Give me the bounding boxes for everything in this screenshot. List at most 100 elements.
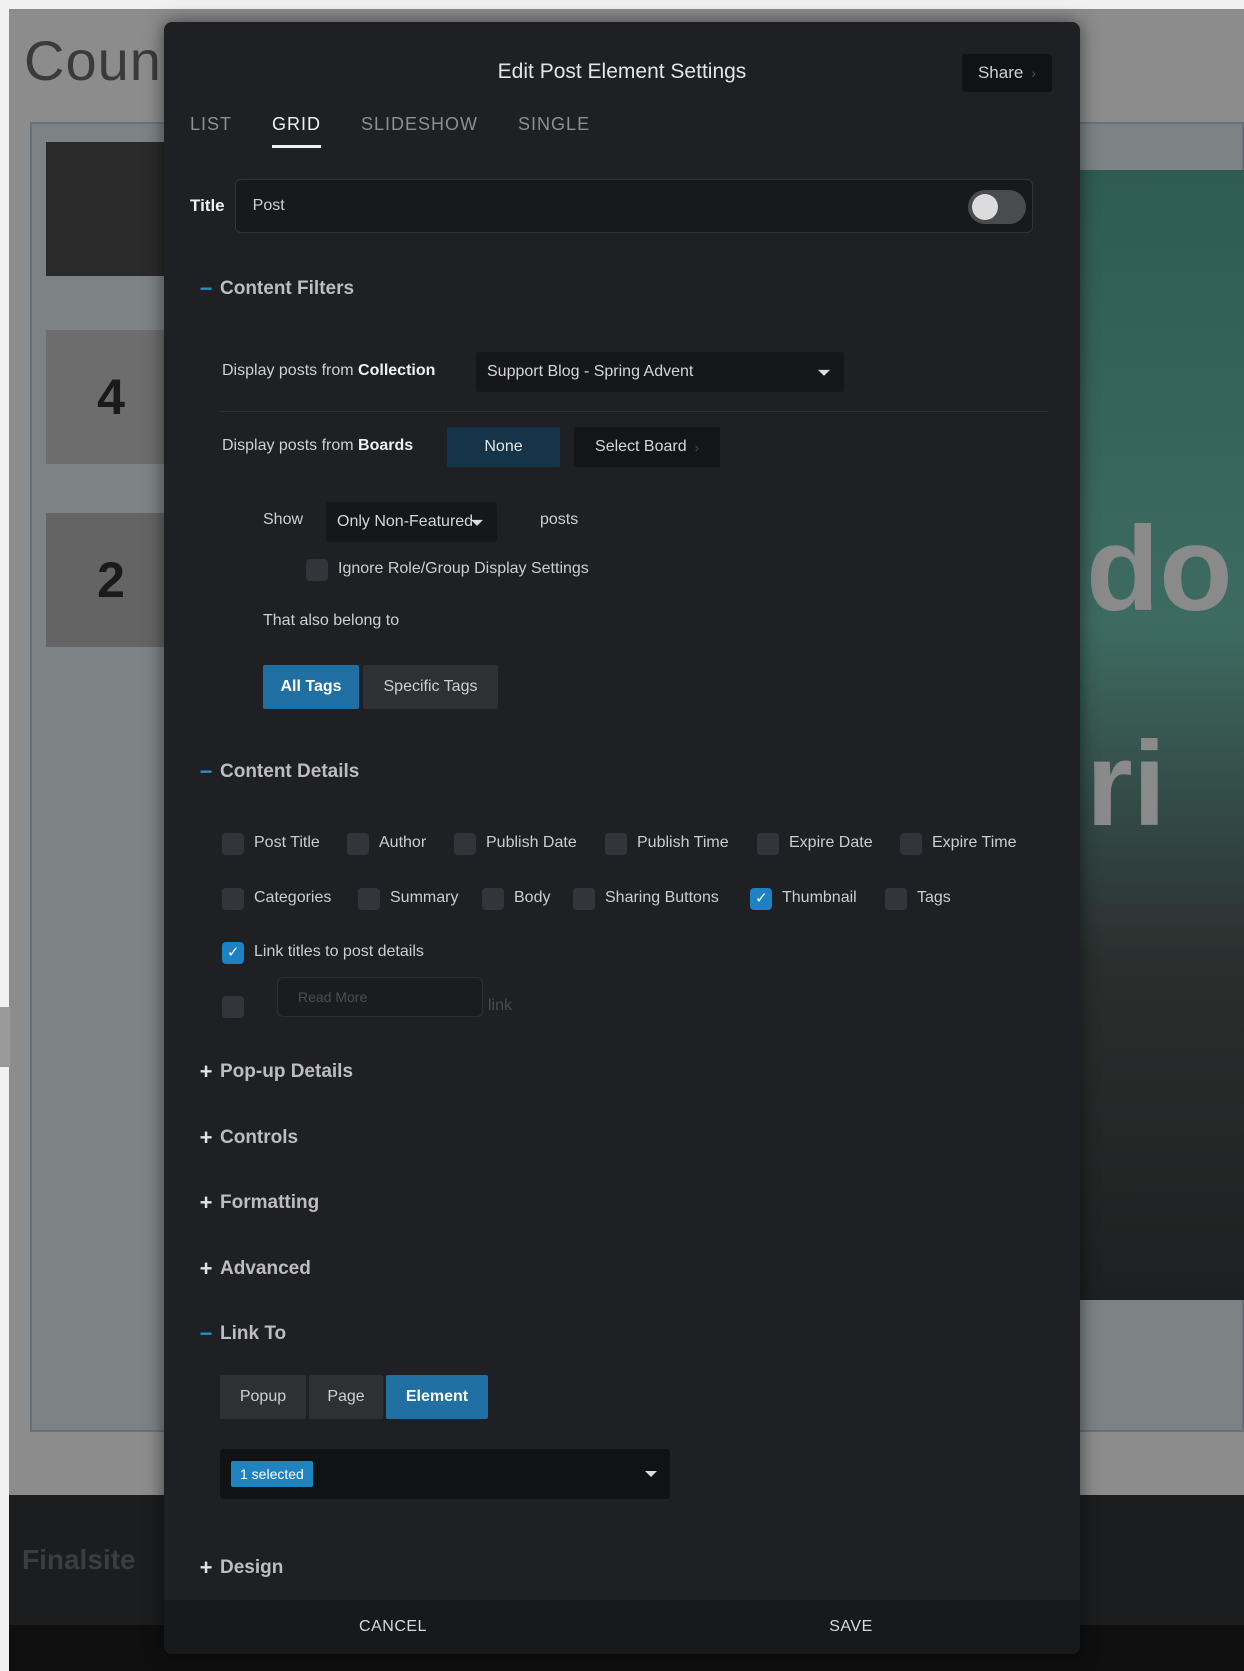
chevron-right-icon: › xyxy=(1031,65,1037,81)
show-label: Show xyxy=(263,511,304,528)
title-input[interactable]: Post xyxy=(234,179,1033,233)
toggle-knob xyxy=(971,194,998,220)
collapse-icon: − xyxy=(199,276,213,301)
read-more-checkbox[interactable] xyxy=(222,996,244,1018)
boards-none-button[interactable]: None xyxy=(447,427,560,467)
finalsite-logo: Finalsite xyxy=(22,1544,136,1575)
section-controls[interactable]: + Controls xyxy=(198,1125,299,1151)
background-thumbnail: 4 xyxy=(46,330,176,464)
expand-icon: + xyxy=(199,1555,213,1580)
read-more-suffix: link xyxy=(488,997,513,1014)
summary-checkbox[interactable] xyxy=(358,888,380,910)
link-titles-checkbox[interactable] xyxy=(222,942,244,964)
featured-filter-select[interactable]: Only Non-Featured xyxy=(326,502,497,542)
ignore-role-label: Ignore Role/Group Display Settings xyxy=(338,560,589,577)
cancel-button[interactable]: CANCEL xyxy=(164,1600,622,1654)
caret-down-icon xyxy=(471,519,483,526)
element-multiselect[interactable]: 1 selected xyxy=(220,1449,670,1499)
link-popup-button[interactable]: Popup xyxy=(220,1375,306,1419)
also-belong-label: That also belong to xyxy=(263,612,400,629)
post-title-label: Post Title xyxy=(254,834,320,851)
categories-label: Categories xyxy=(254,889,332,906)
expand-icon: + xyxy=(199,1059,213,1084)
share-label: Share xyxy=(977,63,1024,82)
section-label: Advanced xyxy=(220,1258,311,1279)
tab-slideshow[interactable]: SLIDESHOW xyxy=(361,114,478,148)
collapse-icon: − xyxy=(199,759,213,784)
thumbnail-label: Thumbnail xyxy=(782,889,857,906)
ignore-role-checkbox[interactable] xyxy=(306,559,328,581)
section-design[interactable]: + Design xyxy=(198,1555,284,1581)
tab-single[interactable]: SINGLE xyxy=(518,114,590,148)
boards-label: Display posts from Boards xyxy=(222,437,414,454)
tab-list[interactable]: LIST xyxy=(190,114,232,148)
background-heading: Coun xyxy=(24,29,162,92)
section-label: Pop-up Details xyxy=(220,1061,354,1082)
tab-grid[interactable]: GRID xyxy=(272,114,322,148)
background-hero-image: do ri xyxy=(1080,170,1244,1300)
link-element-button[interactable]: Element xyxy=(386,1375,488,1419)
layout-tabs: LIST GRID SLIDESHOW SINGLE xyxy=(190,114,590,148)
link-page-button[interactable]: Page xyxy=(309,1375,383,1419)
section-advanced[interactable]: + Advanced xyxy=(198,1256,311,1282)
categories-checkbox[interactable] xyxy=(222,888,244,910)
chevron-right-icon: › xyxy=(694,439,699,455)
section-link-to[interactable]: − Link To xyxy=(198,1321,287,1347)
publish-date-checkbox[interactable] xyxy=(454,833,476,855)
selected-count-pill: 1 selected xyxy=(231,1461,313,1487)
tags-checkbox[interactable] xyxy=(885,888,907,910)
expand-icon: + xyxy=(199,1125,213,1150)
publish-time-checkbox[interactable] xyxy=(605,833,627,855)
collection-label: Display posts from Collection xyxy=(222,362,436,379)
expire-time-checkbox[interactable] xyxy=(900,833,922,855)
expire-time-label: Expire Time xyxy=(932,834,1017,851)
background-thumbnail xyxy=(46,142,176,276)
section-label: Controls xyxy=(220,1127,299,1148)
caret-down-icon xyxy=(818,369,830,376)
title-label: Title xyxy=(190,196,225,215)
publish-time-label: Publish Time xyxy=(637,834,729,851)
expire-date-label: Expire Date xyxy=(789,834,873,851)
share-button[interactable]: Share › xyxy=(962,54,1052,92)
modal-title: Edit Post Element Settings xyxy=(497,60,747,83)
body-checkbox[interactable] xyxy=(482,888,504,910)
section-popup-details[interactable]: + Pop-up Details xyxy=(198,1059,353,1085)
section-content-details[interactable]: − Content Details xyxy=(198,759,360,785)
section-label: Content Filters xyxy=(220,278,355,299)
collapse-icon: − xyxy=(199,1321,213,1346)
featured-filter-value: Only Non-Featured xyxy=(337,513,474,530)
select-board-button[interactable]: Select Board › xyxy=(574,427,720,467)
body-label: Body xyxy=(514,889,551,906)
section-formatting[interactable]: + Formatting xyxy=(198,1190,320,1216)
collection-select[interactable]: Support Blog - Spring Advent xyxy=(476,352,844,392)
read-more-input[interactable]: Read More xyxy=(277,977,483,1017)
background-side-tab xyxy=(0,1007,10,1067)
expand-icon: + xyxy=(199,1256,213,1281)
publish-date-label: Publish Date xyxy=(486,834,577,851)
tags-label: Tags xyxy=(917,889,951,906)
post-title-checkbox[interactable] xyxy=(222,833,244,855)
section-content-filters[interactable]: − Content Filters xyxy=(198,276,355,302)
thumbnail-checkbox[interactable] xyxy=(750,888,772,910)
caret-down-icon xyxy=(645,1471,657,1477)
edit-post-element-modal: Edit Post Element Settings Share › LIST … xyxy=(164,22,1080,1654)
section-label: Formatting xyxy=(220,1192,320,1213)
expire-date-checkbox[interactable] xyxy=(757,833,779,855)
title-value: Post xyxy=(252,197,285,214)
hero-text: ri xyxy=(1086,717,1167,851)
modal-footer: CANCEL SAVE xyxy=(164,1600,1080,1654)
posts-label: posts xyxy=(540,511,579,528)
expand-icon: + xyxy=(199,1190,213,1215)
save-button[interactable]: SAVE xyxy=(622,1600,1080,1654)
author-checkbox[interactable] xyxy=(347,833,369,855)
sharing-buttons-checkbox[interactable] xyxy=(573,888,595,910)
section-label: Link To xyxy=(220,1323,287,1344)
background-thumbnail: 2 xyxy=(46,513,176,647)
title-row: Title Post xyxy=(190,179,1033,233)
link-titles-label: Link titles to post details xyxy=(254,943,424,960)
all-tags-button[interactable]: All Tags xyxy=(263,665,359,709)
divider xyxy=(220,411,1048,412)
title-visibility-toggle[interactable] xyxy=(967,190,1026,224)
specific-tags-button[interactable]: Specific Tags xyxy=(363,665,498,709)
author-label: Author xyxy=(379,834,427,851)
